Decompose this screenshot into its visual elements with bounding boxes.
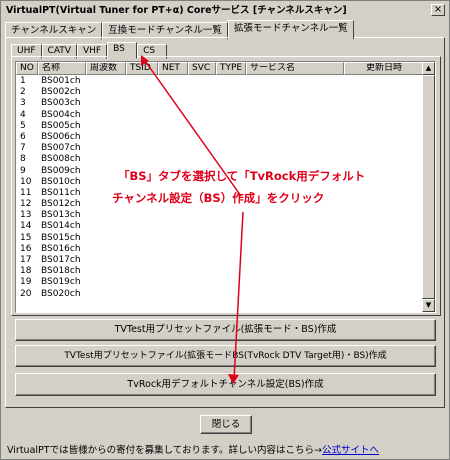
table-row[interactable]: 18 BS018ch (16, 266, 424, 277)
row-channel-name: BS005ch (41, 120, 81, 131)
row-channel-name: BS013ch (41, 210, 81, 221)
table-row[interactable]: 7 BS007ch (16, 143, 424, 154)
row-channel-name: BS008ch (41, 154, 81, 165)
row-number: 1 (20, 76, 26, 86)
row-number: 12 (20, 199, 32, 210)
column-header-updated[interactable]: 更新日時 (344, 62, 424, 75)
main-tab-bar: チャンネルスキャン 互換モードチャンネル一覧 拡張モードチャンネル一覧 (5, 20, 354, 40)
row-channel-name: BS006ch (41, 131, 81, 142)
list-rows: 1 BS001ch 2 BS002ch 3 BS003ch 4 BS004ch 5 BS005ch… (16, 76, 424, 300)
row-channel-name: BS004ch (41, 109, 81, 120)
tab-extended-channel-list[interactable]: 拡張モードチャンネル一覧 (227, 20, 354, 39)
annotation-line-1: 「BS」タブを選択して「TvRock用デフォルト (118, 169, 366, 183)
column-header-name[interactable]: 名称 (38, 62, 86, 75)
preset-extended-bs-tvrock-button[interactable]: TVTest用プリセットファイル(拡張モードBS(TvRock DTV Targ… (15, 345, 436, 367)
row-channel-name: BS020ch (41, 288, 81, 299)
table-row[interactable]: 19 BS019ch (16, 277, 424, 288)
row-number: 17 (20, 255, 32, 265)
column-header-type[interactable]: TYPE (216, 62, 246, 75)
table-row[interactable]: 3 BS003ch (16, 98, 424, 109)
table-row[interactable]: 16 BS016ch (16, 244, 424, 255)
scroll-down-icon[interactable]: ▼ (422, 299, 435, 312)
channel-list[interactable]: NO 名称 周波数 TSID NET SVC TYPE サービス名 更新日時 1… (15, 61, 436, 313)
row-number: 20 (20, 288, 32, 299)
column-header-frequency[interactable]: 周波数 (86, 62, 126, 75)
column-header-net[interactable]: NET (158, 62, 188, 75)
table-row[interactable]: 1 BS001ch (16, 76, 424, 87)
column-header-no[interactable]: NO (16, 62, 38, 75)
table-row[interactable]: 15 BS015ch (16, 233, 424, 244)
row-number: 16 (20, 243, 32, 254)
footer-text: VirtualPTでは皆様からの寄付を募集しております。詳しい内容はこちら→ (7, 445, 323, 456)
table-row[interactable]: 17 BS017ch (16, 255, 424, 266)
row-number: 13 (20, 210, 32, 221)
row-channel-name: BS001ch (41, 76, 81, 86)
row-channel-name: BS003ch (41, 98, 81, 109)
row-number: 5 (20, 120, 26, 131)
preset-extended-bs-button[interactable]: TVTest用プリセットファイル(拡張モード・BS)作成 (15, 319, 436, 341)
tab-bs[interactable]: BS (107, 42, 138, 59)
row-number: 9 (20, 165, 26, 176)
annotation-line-2: チャンネル設定（BS）作成」をクリック (112, 191, 325, 205)
row-channel-name: BS017ch (41, 255, 81, 265)
row-number: 15 (20, 232, 32, 243)
scroll-up-icon[interactable]: ▲ (422, 62, 435, 75)
footer-donation: VirtualPTでは皆様からの寄付を募集しております。詳しい内容はこちら→公式… (7, 442, 379, 456)
row-channel-name: BS014ch (41, 221, 81, 232)
column-header-tsid[interactable]: TSID (126, 62, 158, 75)
table-row[interactable]: 4 BS004ch (16, 110, 424, 121)
row-number: 2 (20, 87, 26, 98)
row-number: 11 (20, 187, 32, 198)
row-number: 7 (20, 143, 26, 154)
column-header-service-name[interactable]: サービス名 (246, 62, 344, 75)
tvrock-default-channel-button[interactable]: TvRock用デフォルトチャンネル設定(BS)作成 (15, 373, 436, 396)
official-site-link[interactable]: 公式サイトへ (322, 445, 379, 456)
band-tab-bar: UHF CATV VHF BS CS (11, 42, 168, 59)
row-channel-name: BS011ch (41, 187, 81, 198)
row-number: 19 (20, 277, 32, 288)
list-header: NO 名称 周波数 TSID NET SVC TYPE サービス名 更新日時 (16, 62, 424, 75)
table-row[interactable]: 5 BS005ch (16, 121, 424, 132)
column-header-svc[interactable]: SVC (188, 62, 216, 75)
table-row[interactable]: 8 BS008ch (16, 154, 424, 165)
row-channel-name: BS015ch (41, 232, 81, 243)
close-icon[interactable]: × (431, 4, 445, 16)
app-window: VirtualPT(Virtual Tuner for PT+α) Coreサー… (0, 0, 450, 460)
close-button[interactable]: 閉じる (200, 415, 252, 434)
table-row[interactable]: 13 BS013ch (16, 210, 424, 221)
vertical-scrollbar[interactable]: ▲ ▼ (422, 62, 435, 312)
window-title: VirtualPT(Virtual Tuner for PT+α) Coreサー… (3, 3, 447, 19)
row-channel-name: BS009ch (41, 165, 81, 176)
row-channel-name: BS007ch (41, 143, 81, 154)
row-number: 6 (20, 131, 26, 142)
row-channel-name: BS016ch (41, 243, 81, 254)
row-number: 3 (20, 98, 26, 109)
table-row[interactable]: 2 BS002ch (16, 87, 424, 98)
row-number: 10 (20, 176, 32, 187)
row-channel-name: BS018ch (41, 266, 81, 277)
row-channel-name: BS002ch (41, 87, 81, 98)
table-row[interactable]: 6 BS006ch (16, 132, 424, 143)
row-number: 14 (20, 221, 32, 232)
scroll-thumb[interactable] (422, 75, 435, 299)
row-number: 4 (20, 109, 26, 120)
row-number: 18 (20, 266, 32, 277)
row-channel-name: BS012ch (41, 199, 81, 210)
table-row[interactable]: 14 BS014ch (16, 221, 424, 232)
row-channel-name: BS010ch (41, 176, 81, 187)
table-row[interactable]: 20 BS020ch (16, 289, 424, 300)
row-number: 8 (20, 154, 26, 165)
row-channel-name: BS019ch (41, 277, 81, 288)
